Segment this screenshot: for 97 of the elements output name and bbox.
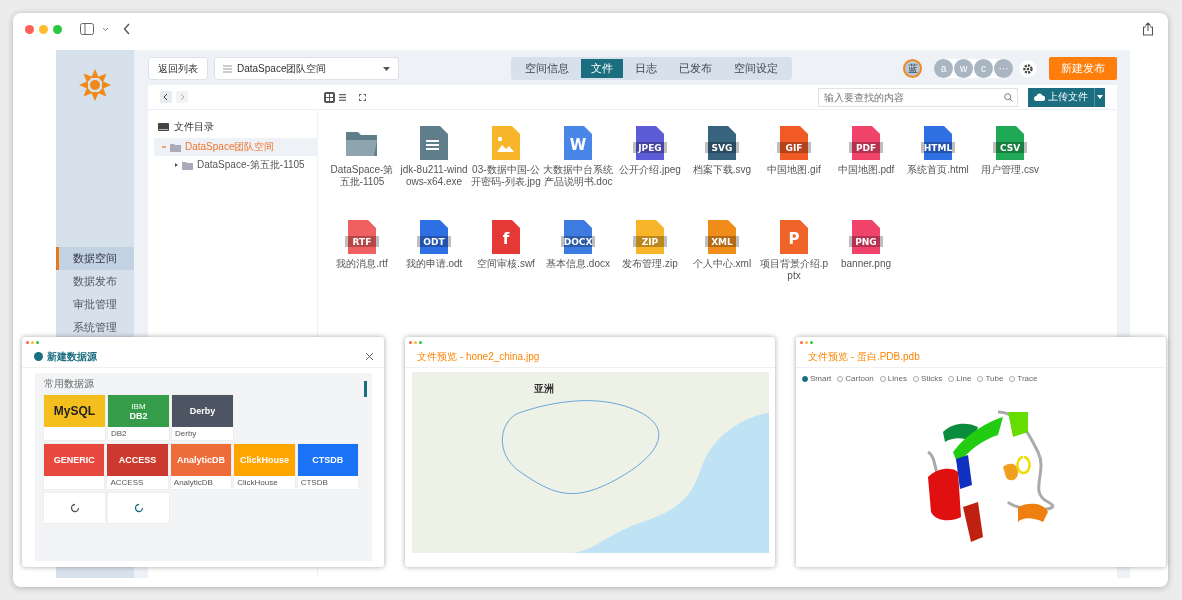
file-item[interactable]: PDF 中国地图.pdf [830, 126, 902, 220]
chevron-down-icon[interactable] [102, 26, 109, 32]
owner-avatar[interactable]: 蓝 [903, 59, 922, 78]
sidebar-icon[interactable] [80, 23, 94, 35]
file-item[interactable]: RTF 我的消息.rtf [326, 220, 398, 314]
window-title: 文件预览 - hone2_china.jpg [417, 349, 540, 364]
datasource-card[interactable]: MySQL [44, 395, 105, 440]
file-item[interactable]: DOCX 基本信息.docx [542, 220, 614, 314]
file-icon: P [777, 220, 811, 254]
close-dot[interactable] [25, 24, 34, 34]
tree-title: 文件目录 [174, 120, 214, 134]
tab[interactable]: 空间信息 [514, 59, 579, 78]
file-icon: W [561, 126, 595, 160]
upload-menu-button[interactable] [1094, 87, 1105, 107]
file-item[interactable]: 03-数据中国-公开密码-列表.jpg [470, 126, 542, 220]
file-icon: f [489, 220, 523, 254]
refresh-icon [69, 503, 80, 513]
list-icon [223, 64, 232, 73]
tab[interactable]: 文件 [580, 59, 623, 78]
file-item[interactable]: SVG 档案下载.svg [686, 126, 758, 220]
datasource-card[interactable]: Derby Derby [172, 395, 233, 440]
maximize-dot[interactable] [53, 24, 62, 34]
database-icon [34, 352, 43, 361]
search-icon [1004, 92, 1013, 102]
list-view-icon[interactable] [337, 91, 348, 103]
upload-button[interactable]: 上传文件 [1028, 87, 1094, 107]
style-radio[interactable]: Smart [802, 374, 832, 383]
file-icon: DOCX [561, 220, 595, 254]
space-select[interactable]: DataSpace团队空间 [214, 57, 399, 80]
caret-icon [1097, 95, 1103, 99]
grid-view-icon[interactable] [324, 91, 335, 103]
close-icon[interactable] [366, 353, 373, 360]
file-item[interactable]: XML 个人中心.xml [686, 220, 758, 314]
tab[interactable]: 空间设定 [723, 59, 788, 78]
datasource-card[interactable]: ACCESS ACCESS [107, 444, 168, 489]
nav-item[interactable]: 系统管理 [56, 316, 134, 339]
share-icon[interactable] [1142, 22, 1154, 36]
datasource-card[interactable]: GENERIC [44, 444, 105, 489]
file-icon: CSV [993, 126, 1027, 160]
settings-icon[interactable] [1019, 59, 1037, 78]
search-field[interactable]: 输入要查找的内容 [818, 87, 1018, 107]
map-label: 亚洲 [534, 382, 554, 396]
file-icon: SVG [705, 126, 739, 160]
file-icon: ZIP [633, 220, 667, 254]
back-to-list-button[interactable]: 返回列表 [148, 57, 208, 80]
file-icon: XML [705, 220, 739, 254]
minimize-dot[interactable] [39, 24, 48, 34]
datasource-card[interactable]: AnalyticDB AnalyticDB [170, 444, 232, 489]
style-radio[interactable]: Sticks [912, 374, 943, 383]
file-item[interactable]: HTML 系统首页.html [902, 126, 974, 220]
style-radio[interactable]: Cartoon [837, 374, 874, 383]
previous-icon[interactable] [160, 91, 172, 103]
file-icon: RTF [345, 220, 379, 254]
back-icon[interactable] [123, 23, 131, 35]
logo-icon [78, 68, 112, 102]
file-icon: JPEG [633, 126, 667, 160]
file-icon: PNG [849, 220, 883, 254]
file-item[interactable]: GIF 中国地图.gif [758, 126, 830, 220]
file-item[interactable]: jdk-8u211-windows-x64.exe [398, 126, 470, 220]
compact-view-icon[interactable] [357, 91, 368, 103]
file-item[interactable]: PNG banner.png [830, 220, 902, 314]
tree-item[interactable]: DataSpace-第五批-1105 [154, 156, 317, 174]
nav-item[interactable]: 数据发布 [56, 270, 134, 293]
datasource-card[interactable]: CTSDB CTSDB [297, 444, 359, 489]
file-icon: ODT [417, 220, 451, 254]
folder-icon [170, 142, 181, 152]
style-radio[interactable]: Tube [977, 374, 1004, 383]
style-radio[interactable]: Trace [1009, 374, 1038, 383]
nav-item[interactable]: 审批管理 [56, 293, 134, 316]
file-icon: GIF [777, 126, 811, 160]
file-item[interactable]: DataSpace-第五批-1105 [326, 126, 398, 220]
section-label: 常用数据源 [44, 377, 95, 391]
file-item[interactable]: W 大数据中台系统产品说明书.doc [542, 126, 614, 220]
refresh-icon [133, 503, 144, 513]
style-radio[interactable]: Lines [879, 374, 907, 383]
expand-icon[interactable] [174, 163, 178, 167]
window-title: 文件预览 - 蛋白.PDB.pdb [808, 349, 920, 364]
file-item[interactable]: P 项目背景介绍.pptx [758, 220, 830, 314]
window-title: 新建数据源 [47, 349, 97, 364]
style-radio[interactable]: Line [948, 374, 972, 383]
file-icon: PDF [849, 126, 883, 160]
drive-icon [158, 123, 169, 131]
file-item[interactable]: JPEG 公开介绍.jpeg [614, 126, 686, 220]
file-item[interactable]: ODT 我的申请.odt [398, 220, 470, 314]
nav-item[interactable]: 数据空间 [56, 247, 134, 270]
tab[interactable]: 已发布 [668, 59, 722, 78]
file-item[interactable]: ZIP 发布管理.zip [614, 220, 686, 314]
caret-icon [383, 66, 390, 71]
scrollbar[interactable] [364, 381, 367, 397]
folder-icon [182, 160, 193, 170]
datasource-card[interactable]: IBM DB2 DB2 [108, 395, 169, 440]
file-item[interactable]: CSV 用户管理.csv [974, 126, 1046, 220]
file-item[interactable]: f 空间审核.swf [470, 220, 542, 314]
tab[interactable]: 日志 [624, 59, 667, 78]
file-icon: HTML [921, 126, 955, 160]
datasource-card[interactable]: ClickHouse ClickHouse [234, 444, 295, 489]
cloud-upload-icon [1034, 93, 1045, 101]
